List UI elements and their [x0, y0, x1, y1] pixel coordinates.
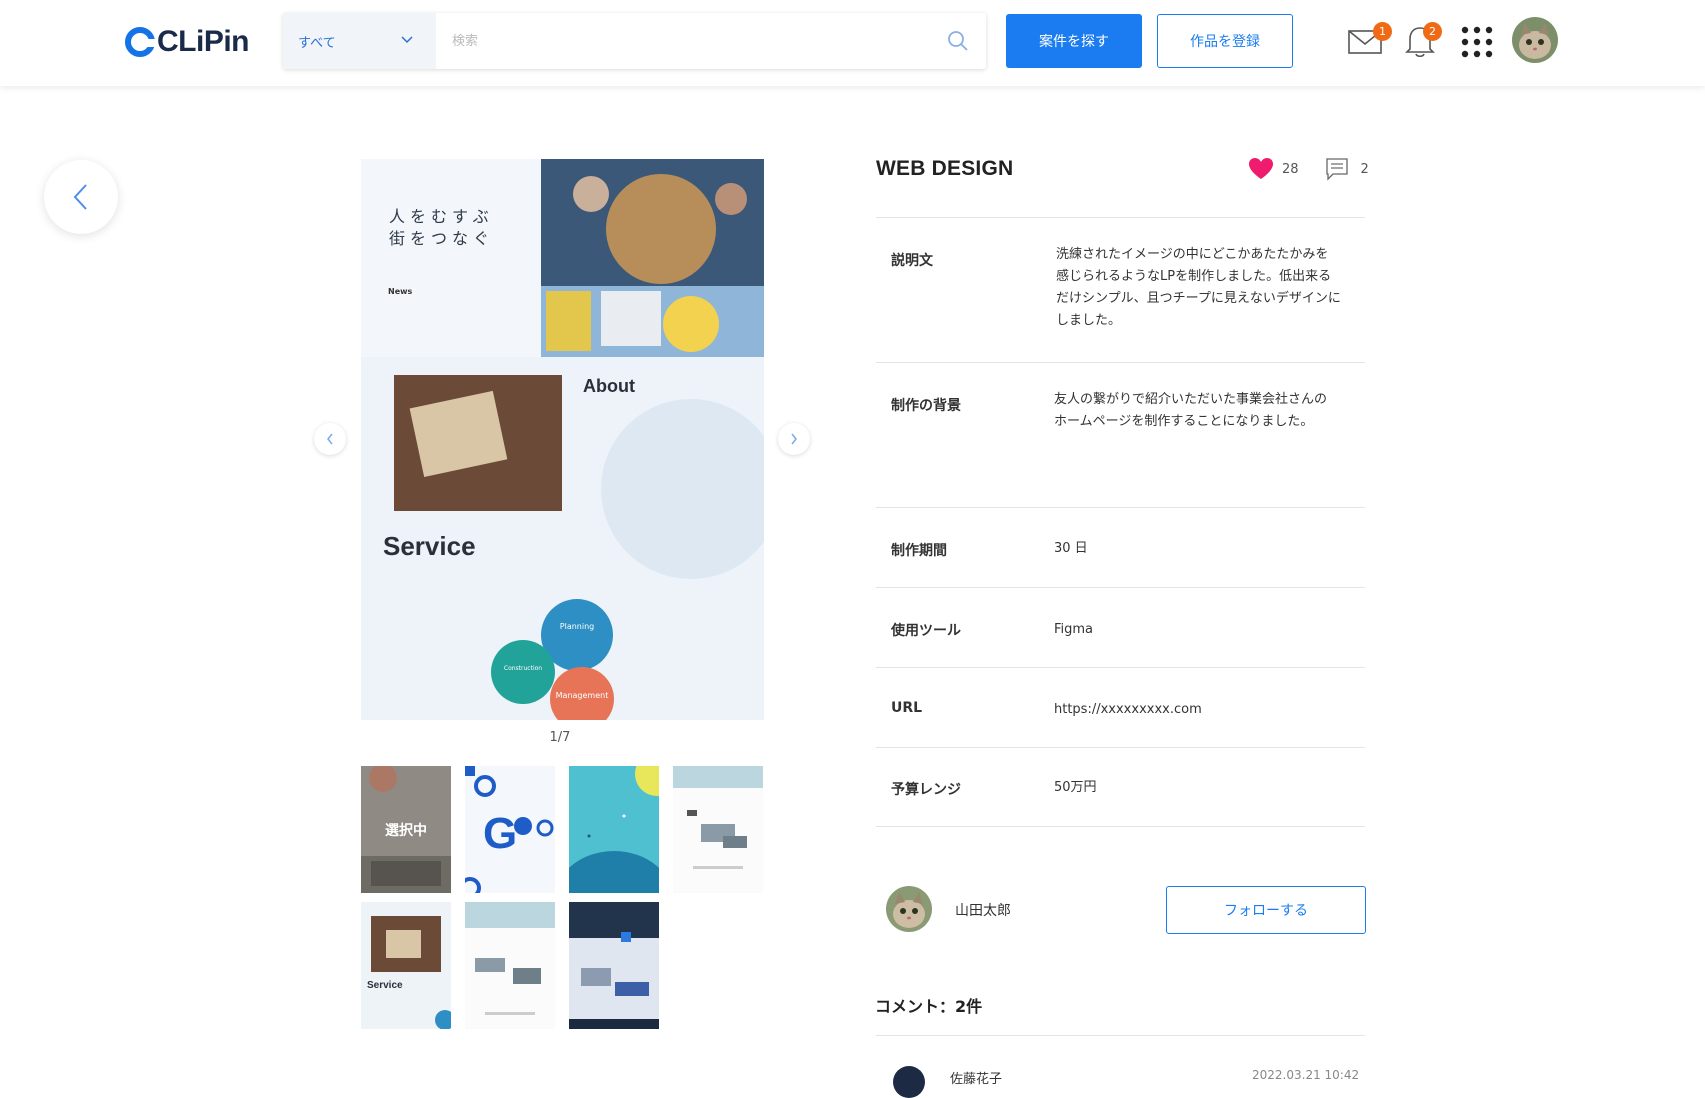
detail-value: 友人の繋がりで紹介いただいた事業会社さんのホームページを制作することになりました…: [1054, 392, 1328, 429]
thumbnail-6[interactable]: [465, 902, 555, 1029]
thumbnail-2[interactable]: G: [465, 766, 555, 893]
search-category-select[interactable]: すべて: [283, 13, 436, 69]
mail-badge: 1: [1373, 22, 1392, 41]
mockup-bubble-construction: Construction: [503, 665, 543, 672]
mail-button[interactable]: 1: [1348, 22, 1392, 60]
commenter-avatar[interactable]: [893, 1066, 925, 1098]
detail-row-budget: 予算レンジ 50万円: [876, 747, 1365, 827]
notification-badge: 2: [1423, 22, 1442, 41]
detail-label: 予算レンジ: [891, 782, 961, 798]
detail-value: Figma: [1054, 622, 1094, 637]
detail-label: 制作の背景: [891, 398, 961, 414]
detail-row-description: 説明文 洗練されたイメージの中にどこかあたたかみを感じられるようなLPを制作しま…: [876, 217, 1365, 362]
comment-count: 2: [1360, 161, 1369, 177]
detail-row-period: 制作期間 30 日: [876, 507, 1365, 587]
detail-label: 説明文: [891, 253, 933, 269]
back-button[interactable]: [44, 160, 118, 234]
thumbnail-7-image: [569, 902, 659, 1029]
grid-menu-icon: [1461, 26, 1493, 58]
search-button[interactable]: [930, 13, 986, 69]
find-jobs-button[interactable]: 案件を探す: [1006, 14, 1142, 68]
mockup-bubble-planning: Planning: [559, 622, 595, 631]
detail-label: 制作期間: [891, 543, 947, 559]
detail-value: 洗練されたイメージの中にどこかあたたかみを感じられるようなLPを制作しました。低…: [1056, 247, 1341, 328]
comments-heading: コメント：2件: [875, 997, 983, 1016]
mockup-news-label: News: [388, 287, 413, 296]
main-preview-image: 人をむすぶ 街をつなぐ News About Service Planning …: [361, 159, 764, 720]
thumbnail-2-image: G: [465, 766, 555, 893]
search-icon: [948, 31, 968, 51]
top-header: CLiPin すべて 案件を探す 作品を登録 1 2: [0, 0, 1705, 86]
work-title: WEB DESIGN: [876, 157, 1014, 180]
work-url-link[interactable]: https://xxxxxxxxx.com: [1054, 699, 1339, 721]
detail-row-tools: 使用ツール Figma: [876, 587, 1365, 667]
follow-button[interactable]: フォローする: [1166, 886, 1366, 934]
apps-menu-button[interactable]: [1461, 26, 1493, 62]
logo-text: CLiPin: [157, 25, 250, 58]
notification-button[interactable]: 2: [1405, 22, 1442, 62]
thumbnail-5-service-label: Service: [367, 980, 403, 991]
search-bar: すべて: [283, 13, 986, 69]
thumbnail-5[interactable]: Service: [361, 902, 451, 1029]
mockup-bubble-management: Management: [555, 691, 609, 700]
detail-label: URL: [891, 700, 923, 716]
thumbnail-1[interactable]: 選択中: [361, 766, 451, 893]
logo-mark-icon: [125, 27, 155, 57]
work-stats: 28 2: [1248, 157, 1369, 181]
comments-divider: [876, 1035, 1365, 1036]
search-category-value: すべて: [298, 35, 336, 51]
detail-row-url: URL https://xxxxxxxxx.com: [876, 667, 1365, 747]
mockup-headline-2: 街をつなぐ: [389, 229, 495, 248]
chevron-left-icon: [327, 433, 333, 445]
thumbnail-3-image: [569, 766, 659, 893]
commenter-name[interactable]: 佐藤花子: [950, 1068, 1002, 1087]
heart-icon: [1249, 158, 1273, 179]
prev-image-button[interactable]: [314, 423, 346, 455]
register-work-button[interactable]: 作品を登録: [1157, 14, 1293, 68]
detail-value: 50万円: [1054, 780, 1097, 795]
author-avatar[interactable]: [886, 886, 932, 932]
detail-value: 30 日: [1054, 541, 1088, 556]
selected-label: 選択中: [385, 823, 427, 839]
thumbnail-6-image: [465, 902, 555, 1029]
user-avatar[interactable]: [1512, 17, 1558, 63]
cat-avatar-image: [1512, 17, 1558, 63]
comment-date: 2022.03.21 10:42: [1252, 1068, 1360, 1082]
thumbnail-4-image: [673, 766, 763, 893]
mockup-service-label: Service: [383, 531, 476, 561]
detail-row-background: 制作の背景 友人の繋がりで紹介いただいた事業会社さんのホームページを制作すること…: [876, 362, 1365, 507]
cat-avatar-image: [886, 886, 932, 932]
chevron-right-icon: [791, 433, 797, 445]
thumbnail-7[interactable]: [569, 902, 659, 1029]
like-count: 28: [1282, 161, 1299, 177]
mockup-headline-1: 人をむすぶ: [389, 207, 494, 226]
clipin-logo[interactable]: CLiPin: [125, 24, 250, 60]
thumbnail-3[interactable]: [569, 766, 659, 893]
chevron-left-icon: [73, 184, 87, 210]
thumbnail-4[interactable]: [673, 766, 763, 893]
image-counter: 1/7: [549, 730, 571, 745]
author-name[interactable]: 山田太郎: [955, 900, 1011, 920]
search-input[interactable]: [436, 13, 930, 69]
detail-label: 使用ツール: [891, 623, 961, 639]
next-image-button[interactable]: [778, 423, 810, 455]
like-button[interactable]: 28: [1248, 157, 1299, 181]
chevron-down-icon: [401, 36, 413, 44]
comment-icon: [1325, 158, 1348, 181]
comment-count-button[interactable]: 2: [1325, 157, 1369, 181]
mockup-about-label: About: [583, 376, 635, 396]
svg-text:G: G: [483, 809, 517, 858]
thumbnail-5-image: [361, 902, 451, 1029]
